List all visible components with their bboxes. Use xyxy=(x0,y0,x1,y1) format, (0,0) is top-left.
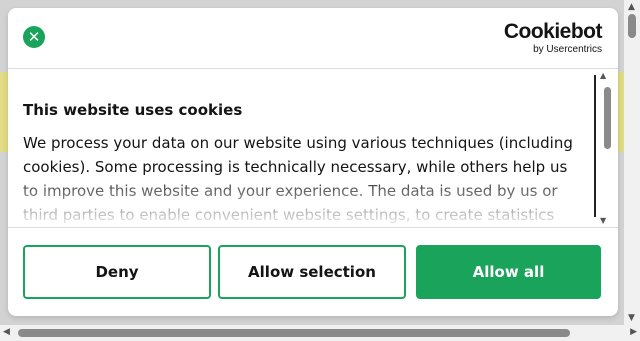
dialog-scroll-thumb[interactable] xyxy=(604,87,611,149)
dialog-scrollbar[interactable]: ▲ ▼ xyxy=(592,69,611,227)
close-icon[interactable]: ✕ xyxy=(23,26,45,48)
cookie-consent-dialog: ✕ Cookiebot by Usercentrics This website… xyxy=(8,8,618,316)
allow-all-button[interactable]: Allow all xyxy=(416,245,601,299)
scroll-up-arrow-icon[interactable]: ▲ xyxy=(628,2,635,12)
dialog-title: This website uses cookies xyxy=(23,101,243,119)
logo-byline: by Usercentrics xyxy=(533,44,602,55)
allow-selection-button[interactable]: Allow selection xyxy=(218,245,406,299)
text-fade-overlay xyxy=(8,177,602,227)
dialog-scroll-down-icon[interactable]: ▼ xyxy=(600,216,606,225)
scroll-divider xyxy=(594,75,596,217)
page-horizontal-scrollbar[interactable]: ◀ ▶ xyxy=(0,325,640,341)
logo-wordmark: Cookiebot xyxy=(503,20,603,43)
page-horizontal-scroll-thumb[interactable] xyxy=(18,329,570,337)
dialog-header: ✕ Cookiebot by Usercentrics xyxy=(8,8,618,69)
dialog-footer: Deny Allow selection Allow all xyxy=(8,227,618,316)
dialog-scroll-up-icon[interactable]: ▲ xyxy=(600,71,606,80)
page-vertical-scroll-thumb[interactable] xyxy=(628,14,636,38)
dialog-body: This website uses cookies We process you… xyxy=(8,69,618,227)
page-vertical-scrollbar[interactable]: ▲ ▼ xyxy=(624,0,640,325)
deny-button[interactable]: Deny xyxy=(23,245,211,299)
scroll-down-arrow-icon[interactable]: ▼ xyxy=(628,313,635,323)
cookiebot-logo: Cookiebot by Usercentrics xyxy=(503,20,603,56)
scroll-right-arrow-icon[interactable]: ▶ xyxy=(630,327,637,337)
scroll-left-arrow-icon[interactable]: ◀ xyxy=(3,327,10,337)
